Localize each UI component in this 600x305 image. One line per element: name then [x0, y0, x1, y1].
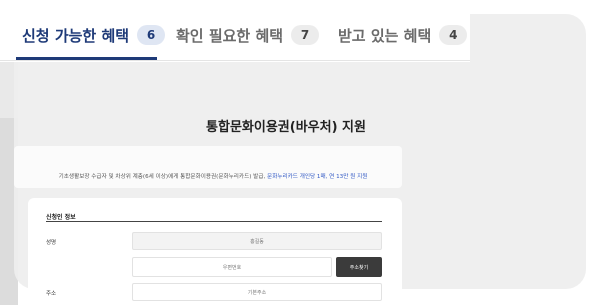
section-divider: [46, 221, 382, 222]
benefit-tabs: 신청 가능한 혜택 6 확인 필요한 혜택 7 받고 있는 혜택 4: [0, 0, 470, 62]
tab-label: 받고 있는 혜택: [338, 26, 432, 45]
tab-divider: [0, 60, 470, 61]
tab-count-badge: 6: [137, 25, 166, 45]
name-label: 성명: [46, 240, 57, 246]
notice-link[interactable]: 문화누리카드 개인당 1매, 연 13만 원 지원: [267, 174, 367, 180]
address-label: 주소: [46, 291, 57, 297]
page-title: 통합문화이용권(바우처) 지원: [206, 120, 366, 135]
postcode-field[interactable]: 우편번호: [132, 257, 332, 277]
tab-receiving-benefits[interactable]: 받고 있는 혜택 4: [338, 20, 468, 50]
tab-count-badge: 7: [291, 25, 320, 45]
tab-label: 확인 필요한 혜택: [176, 26, 284, 45]
address-field[interactable]: 기본주소: [132, 283, 382, 301]
section-title: 신청인 정보: [46, 214, 76, 221]
notice-box: [14, 146, 402, 188]
tab-count-badge: 4: [439, 25, 468, 45]
notice-body: 기초생활보장 수급자 및 차상위 계층(6세 이상)에게 통합문화이용권(문화누…: [58, 174, 266, 180]
tab-label: 신청 가능한 혜택: [22, 26, 130, 45]
notice-text: 기초생활보장 수급자 및 차상위 계층(6세 이상)에게 통합문화이용권(문화누…: [0, 172, 426, 180]
tab-check-needed-benefits[interactable]: 확인 필요한 혜택 7: [176, 20, 320, 50]
tab-available-benefits[interactable]: 신청 가능한 혜택 6: [22, 20, 166, 50]
name-field[interactable]: 홍길동: [132, 232, 382, 250]
address-search-button[interactable]: 주소찾기: [336, 257, 382, 277]
